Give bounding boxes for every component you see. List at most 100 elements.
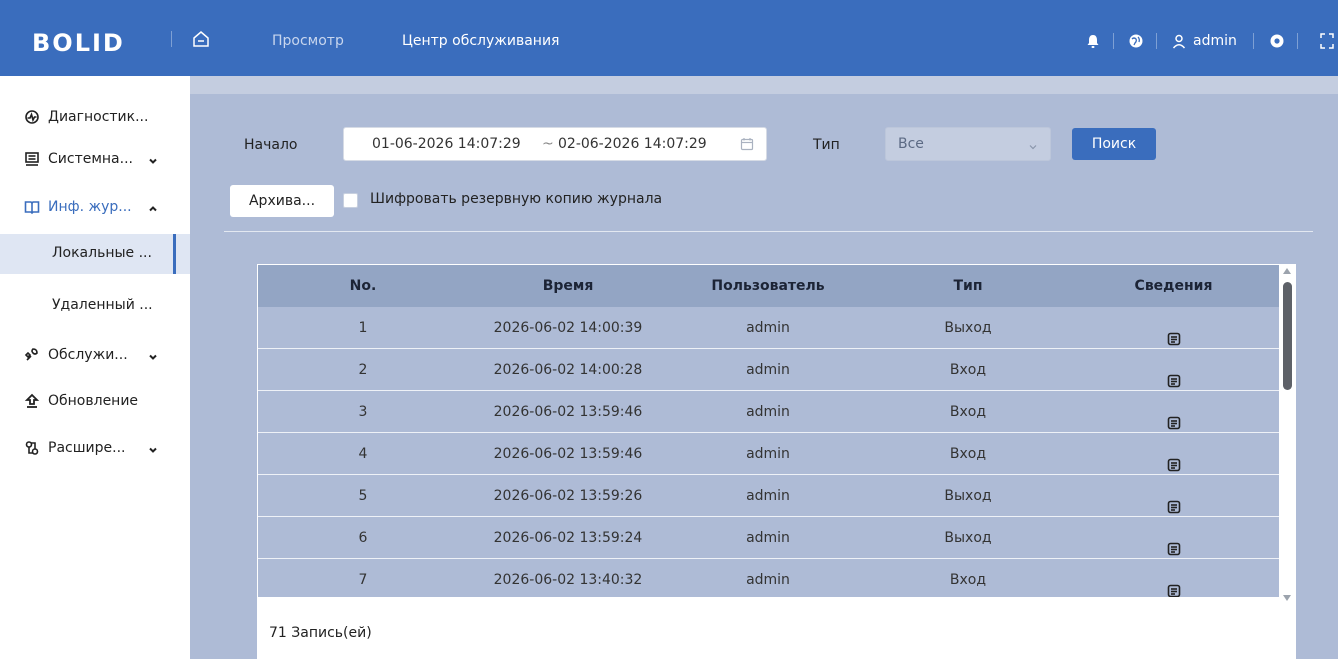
table-cell-time: 2026-06-02 13:59:46 <box>493 404 643 420</box>
gear-icon[interactable] <box>1269 33 1285 49</box>
table-cell-no: 4 <box>358 446 368 462</box>
sidebar-subitem-local[interactable]: Локальные ... <box>0 234 190 274</box>
table-cell-user: admin <box>746 446 790 462</box>
table-cell-time: 2026-06-02 14:00:39 <box>493 320 643 336</box>
book-icon <box>24 199 40 215</box>
table-cell-user: admin <box>746 488 790 504</box>
sidebar-item-label: Системна... <box>48 151 133 167</box>
sidebar-subitem-remote[interactable]: Удаленный ... <box>0 286 190 326</box>
sidebar-item-label: Расшире... <box>48 440 126 456</box>
table-cell-type: Выход <box>944 530 992 546</box>
details-icon[interactable] <box>1167 489 1181 514</box>
nav-service-center[interactable]: Центр обслуживания <box>402 33 559 49</box>
table-cell-no: 7 <box>358 572 368 588</box>
top-bar: BOLID Просмотр Центр обслуживания admin <box>0 0 1338 76</box>
table-cell-user: admin <box>746 320 790 336</box>
divider <box>1297 33 1298 49</box>
divider <box>171 31 172 47</box>
table-cell-time: 2026-06-02 13:59:46 <box>493 446 643 462</box>
logo-text: BOLID <box>32 29 125 57</box>
details-icon[interactable] <box>1167 447 1181 472</box>
table-cell-details <box>1068 475 1279 517</box>
table-cell-user: admin <box>746 404 790 420</box>
table-cell-type: Вход <box>949 446 987 462</box>
table-scrollbar[interactable] <box>1279 264 1296 608</box>
table-cell-details <box>1068 559 1279 597</box>
sidebar-item-label: Диагностик... <box>48 109 149 125</box>
divider <box>1253 33 1254 49</box>
username[interactable]: admin <box>1193 33 1237 49</box>
sidebar-item-label: Обновление <box>48 393 139 409</box>
sidebar-item-system[interactable]: Системна... <box>0 144 190 174</box>
home-icon[interactable] <box>192 30 210 48</box>
sidebar-item-label: Обслужи... <box>48 347 128 363</box>
column-header-user[interactable]: Пользователь <box>668 265 868 307</box>
column-header-details[interactable]: Сведения <box>1068 265 1279 307</box>
type-select[interactable]: Все <box>885 127 1051 161</box>
table-row[interactable]: 3 2026-06-02 13:59:46 admin Вход <box>258 391 1279 433</box>
log-table: No. Время Пользователь Тип Сведения 1 202… <box>257 264 1296 659</box>
sidebar-item-diagnostics[interactable]: Диагностик... <box>0 102 190 132</box>
archive-button[interactable]: Архива... <box>230 185 334 217</box>
encrypt-label: Шифровать резервную копию журнала <box>370 191 663 207</box>
column-header-type[interactable]: Тип <box>868 265 1068 307</box>
table-cell-no: 2 <box>358 362 368 378</box>
table-cell-details <box>1068 391 1279 433</box>
globe-icon[interactable] <box>1128 33 1144 49</box>
date-from: 01-06-2026 14:07:29 <box>372 136 521 152</box>
details-icon[interactable] <box>1167 405 1181 430</box>
fullscreen-icon[interactable] <box>1320 33 1334 49</box>
table-row[interactable]: 5 2026-06-02 13:59:26 admin Выход <box>258 475 1279 517</box>
table-row[interactable]: 1 2026-06-02 14:00:39 admin Выход <box>258 307 1279 349</box>
divider <box>224 231 1313 232</box>
sidebar-item-maintenance[interactable]: Обслужи... <box>0 340 190 370</box>
sidebar-item-upgrade[interactable]: Обновление <box>0 386 190 416</box>
table-cell-time: 2026-06-02 13:59:26 <box>493 488 643 504</box>
table-cell-user: admin <box>746 530 790 546</box>
divider <box>1113 33 1114 49</box>
table-cell-type: Вход <box>949 362 987 378</box>
table-cell-no: 3 <box>358 404 368 420</box>
column-header-no[interactable]: No. <box>258 265 468 307</box>
chevron-down-icon <box>148 443 158 453</box>
scroll-down-arrow[interactable] <box>1283 595 1291 601</box>
date-to: 02-06-2026 14:07:29 <box>558 136 707 152</box>
table-row[interactable]: 7 2026-06-02 13:40:32 admin Вход <box>258 559 1279 597</box>
table-cell-time: 2026-06-02 14:00:28 <box>493 362 643 378</box>
user-icon[interactable] <box>1171 33 1187 49</box>
bell-icon[interactable] <box>1085 33 1101 49</box>
table-body: 1 2026-06-02 14:00:39 admin Выход 2 2026-06-0… <box>258 307 1279 597</box>
details-icon[interactable] <box>1167 363 1181 388</box>
table-row[interactable]: 2 2026-06-02 14:00:28 admin Вход <box>258 349 1279 391</box>
calendar-icon[interactable] <box>740 137 754 151</box>
maintenance-icon <box>24 347 40 363</box>
chevron-down-icon <box>148 154 158 164</box>
table-cell-details <box>1068 517 1279 559</box>
start-label: Начало <box>244 137 298 153</box>
column-header-time[interactable]: Время <box>468 265 668 307</box>
details-icon[interactable] <box>1167 531 1181 556</box>
chevron-up-icon <box>148 202 158 212</box>
table-row[interactable]: 6 2026-06-02 13:59:24 admin Выход <box>258 517 1279 559</box>
sidebar-item-label: Локальные ... <box>52 245 152 261</box>
logo: BOLID <box>28 26 146 58</box>
date-range-picker[interactable]: 01-06-2026 14:07:29 ~ 02-06-2026 14:07:2… <box>343 127 767 161</box>
scroll-thumb[interactable] <box>1283 282 1292 390</box>
record-count: 71 Запись(ей) <box>269 625 372 641</box>
encrypt-checkbox[interactable] <box>343 193 358 208</box>
scroll-up-arrow[interactable] <box>1283 268 1291 274</box>
sidebar: Диагностик... Системна... Инф. жур... Ло… <box>0 76 190 659</box>
divider <box>1156 33 1157 49</box>
table-cell-details <box>1068 349 1279 391</box>
search-button[interactable]: Поиск <box>1072 128 1156 160</box>
sidebar-item-logs[interactable]: Инф. жур... <box>0 192 190 222</box>
type-select-value: Все <box>898 136 924 152</box>
details-icon[interactable] <box>1167 573 1181 597</box>
details-icon[interactable] <box>1167 321 1181 346</box>
nav-view[interactable]: Просмотр <box>272 33 344 49</box>
table-cell-type: Выход <box>944 488 992 504</box>
system-icon <box>24 151 40 167</box>
sidebar-item-extensions[interactable]: Расшире... <box>0 433 190 463</box>
table-row[interactable]: 4 2026-06-02 13:59:46 admin Вход <box>258 433 1279 475</box>
table-cell-user: admin <box>746 362 790 378</box>
